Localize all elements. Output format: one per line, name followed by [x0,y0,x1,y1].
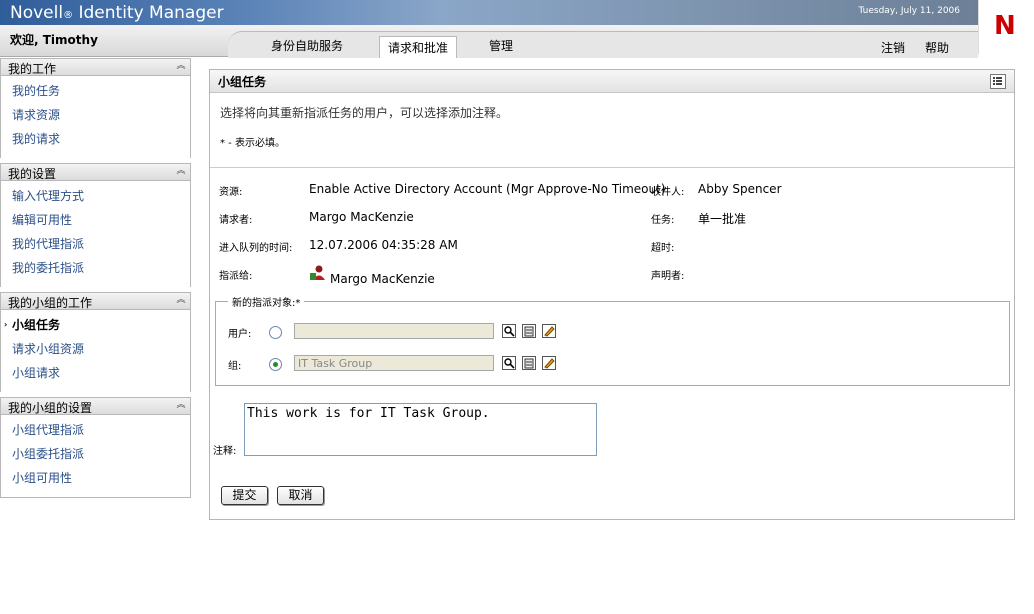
group-search-icon[interactable] [502,356,516,370]
new-assignee-legend: 新的指派对象:* [228,294,305,309]
group-radio[interactable] [269,358,282,371]
assigned-to-label: 指派给: [219,271,253,282]
user-history-icon[interactable] [522,324,536,338]
tab-administration[interactable]: 管理 [489,37,513,54]
user-input[interactable] [294,323,494,339]
new-assignee-fieldset: 新的指派对象:* 用户: 组: IT Task Group [215,294,1010,386]
required-note: * - 表示必填。 [220,138,285,149]
queued-time-label: 进入队列的时间: [219,243,293,254]
app-title: Novell® Identity Manager [10,3,224,23]
header-banner: Novell® Identity Manager Tuesday, July 1… [0,0,978,25]
sidebar-section-my-work-header[interactable]: 我的工作 ︽ [0,58,191,76]
sidebar-item-team-tasks[interactable]: › 小组任务 [1,314,190,338]
comment-label: 注释: [213,446,237,457]
sidebar-item-request-resources[interactable]: 请求资源 [1,104,190,128]
recipient-label: 收件人: [651,187,685,198]
user-clear-icon[interactable] [542,324,556,338]
assigned-to-value: Margo MacKenzie [330,272,435,286]
team-task-panel: 小组任务 选择将向其重新指派任务的用户，可以选择添加注释。 * - 表示必填。 … [209,69,1015,520]
user-group-icon [310,265,325,280]
sidebar-section-team-work: › 小组任务 请求小组资源 小组请求 [0,310,191,392]
sidebar-item-request-team-resources[interactable]: 请求小组资源 [1,338,190,362]
page-title: 小组任务 [218,75,267,89]
resource-label: 资源: [219,187,243,198]
novell-logo: N [978,0,1034,54]
sidebar-section-team-work-header[interactable]: 我的小组的工作 ︽ [0,292,191,310]
sidebar-item-proxy-mode[interactable]: 输入代理方式 [1,185,190,209]
current-date: Tuesday, July 11, 2006 [858,6,960,16]
submit-button[interactable]: 提交 [221,486,268,505]
user-label: 用户: [228,329,252,340]
sidebar-section-my-settings: 输入代理方式 编辑可用性 我的代理指派 我的委托指派 [0,181,191,287]
sidebar-item-edit-availability[interactable]: 编辑可用性 [1,209,190,233]
sidebar-item-my-delegate-assignments[interactable]: 我的委托指派 [1,257,190,281]
requester-value: Margo MacKenzie [309,210,414,224]
sidebar-item-team-delegate-assignments[interactable]: 小组委托指派 [1,443,190,467]
task-value: 单一批准 [698,212,747,226]
comment-textarea[interactable]: This work is for IT Task Group. [244,403,597,456]
cancel-button[interactable]: 取消 [277,486,324,505]
panel-menu-icon[interactable] [990,74,1006,89]
sidebar-item-team-availability[interactable]: 小组可用性 [1,467,190,491]
group-history-icon[interactable] [522,356,536,370]
tab-identity-self-service[interactable]: 身份自助服务 [271,37,343,54]
collapse-icon[interactable]: ︽ [175,165,187,177]
logout-link[interactable]: 注销 [881,39,905,56]
collapse-icon[interactable]: ︽ [175,60,187,72]
sidebar-item-my-requests[interactable]: 我的请求 [1,128,190,152]
requester-label: 请求者: [219,215,253,226]
collapse-icon[interactable]: ︽ [175,294,187,306]
task-label: 任务: [651,215,675,226]
timeout-label: 超时: [651,243,675,254]
sidebar-item-team-requests[interactable]: 小组请求 [1,362,190,386]
group-clear-icon[interactable] [542,356,556,370]
sidebar-section-team-settings: 小组代理指派 小组委托指派 小组可用性 [0,415,191,498]
sidebar-section-my-settings-header[interactable]: 我的设置 ︽ [0,163,191,181]
divider [210,167,1014,168]
welcome-text: 欢迎, Timothy [10,33,98,47]
collapse-icon[interactable]: ︽ [175,399,187,411]
sidebar-section-team-settings-header[interactable]: 我的小组的设置 ︽ [0,397,191,415]
tab-requests-approvals[interactable]: 请求和批准 [379,36,458,58]
claimant-label: 声明者: [651,271,685,282]
resource-value: Enable Active Directory Account (Mgr App… [309,182,666,196]
current-marker-icon: › [4,320,8,329]
instructions-text: 选择将向其重新指派任务的用户，可以选择添加注释。 [220,106,509,120]
panel-header: 小组任务 [210,70,1014,93]
sidebar-item-my-proxy-assignments[interactable]: 我的代理指派 [1,233,190,257]
sidebar-section-my-work: 我的任务 请求资源 我的请求 [0,76,191,158]
user-radio[interactable] [269,326,282,339]
sidebar-item-team-proxy-assignments[interactable]: 小组代理指派 [1,419,190,443]
group-input[interactable]: IT Task Group [294,355,494,371]
recipient-value: Abby Spencer [698,182,782,196]
sidebar: 我的工作 ︽ 我的任务 请求资源 我的请求 我的设置 ︽ 输入代理方式 编辑可用… [0,58,191,498]
help-link[interactable]: 帮助 [925,39,949,56]
sidebar-item-my-tasks[interactable]: 我的任务 [1,80,190,104]
nav-bar: 欢迎, Timothy 身份自助服务 请求和批准 管理 注销 帮助 [0,25,978,58]
group-label: 组: [228,361,242,372]
user-search-icon[interactable] [502,324,516,338]
queued-time-value: 12.07.2006 04:35:28 AM [309,238,458,252]
